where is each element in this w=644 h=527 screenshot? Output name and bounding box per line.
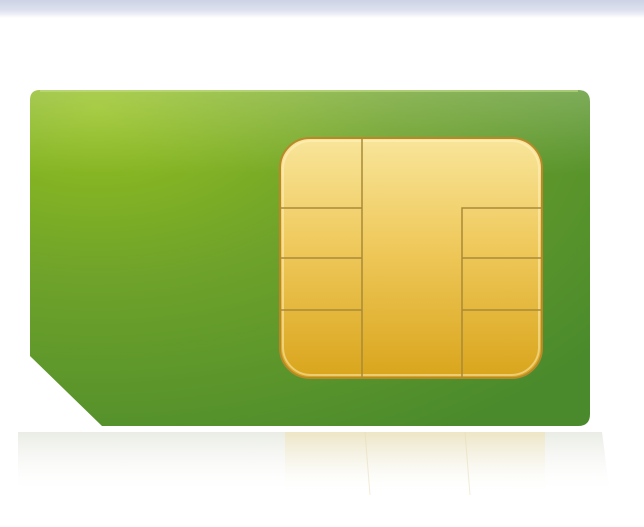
sim-chip (279, 137, 543, 379)
sim-card-icon (18, 90, 610, 496)
sim-card-illustration (0, 0, 644, 527)
sim-card-reflection (18, 431, 610, 496)
